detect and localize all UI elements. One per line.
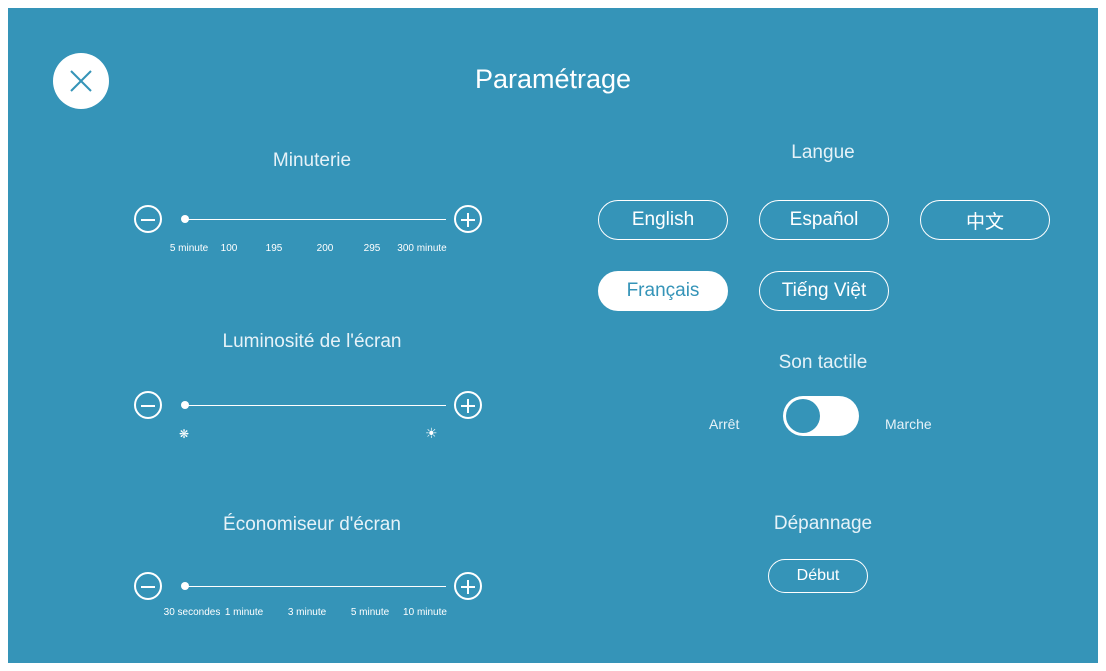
timer-thumb[interactable]	[181, 215, 189, 223]
screensaver-tick: 3 minute	[287, 607, 327, 618]
troubleshooting-start-button[interactable]: Début	[768, 559, 868, 593]
screensaver-increase-button[interactable]	[454, 572, 482, 600]
brightness-decrease-button[interactable]	[134, 391, 162, 419]
timer-tick: 300 minute	[397, 243, 447, 254]
timer-increase-button[interactable]	[454, 205, 482, 233]
screensaver-tick: 10 minute	[403, 607, 447, 618]
plus-icon	[467, 580, 469, 594]
screensaver-track[interactable]	[182, 586, 446, 587]
troubleshooting-label: Dépannage	[773, 513, 873, 534]
language-option-french[interactable]: Français	[598, 271, 728, 311]
language-label: Langue	[791, 142, 855, 163]
touch-sound-label: Son tactile	[778, 352, 868, 373]
minus-icon	[141, 219, 155, 221]
touch-sound-toggle[interactable]	[783, 396, 859, 436]
screensaver-thumb[interactable]	[181, 582, 189, 590]
settings-panel: Paramétrage Minuterie 5 minute 100 195 2…	[8, 8, 1098, 663]
timer-tick: 5 minute	[169, 243, 209, 254]
screensaver-tick: 30 secondes	[163, 607, 221, 618]
language-option-spanish[interactable]: Español	[759, 200, 889, 240]
touch-sound-off-label: Arrêt	[709, 416, 740, 432]
language-option-chinese[interactable]: 中文	[920, 200, 1050, 240]
language-option-english[interactable]: English	[598, 200, 728, 240]
timer-tick: 100	[220, 243, 238, 254]
timer-tick: 200	[316, 243, 334, 254]
brightness-label: Luminosité de l'écran	[222, 331, 402, 352]
screensaver-label: Économiseur d'écran	[223, 514, 401, 535]
minus-icon	[141, 586, 155, 588]
touch-sound-on-label: Marche	[885, 416, 932, 432]
screensaver-decrease-button[interactable]	[134, 572, 162, 600]
plus-icon	[467, 399, 469, 413]
screensaver-tick: 1 minute	[224, 607, 264, 618]
dim-sun-icon: ❋	[179, 427, 190, 441]
minus-icon	[141, 405, 155, 407]
timer-tick: 195	[265, 243, 283, 254]
language-option-vietnamese[interactable]: Tiếng Việt	[759, 271, 889, 311]
brightness-thumb[interactable]	[181, 401, 189, 409]
plus-icon	[467, 213, 469, 227]
timer-decrease-button[interactable]	[134, 205, 162, 233]
timer-label: Minuterie	[272, 150, 352, 171]
page-title: Paramétrage	[474, 64, 632, 94]
timer-track[interactable]	[182, 219, 446, 220]
bright-sun-icon: ☀	[425, 425, 438, 441]
screensaver-tick: 5 minute	[350, 607, 390, 618]
timer-tick: 295	[363, 243, 381, 254]
toggle-knob	[786, 399, 820, 433]
brightness-track[interactable]	[182, 405, 446, 406]
brightness-increase-button[interactable]	[454, 391, 482, 419]
